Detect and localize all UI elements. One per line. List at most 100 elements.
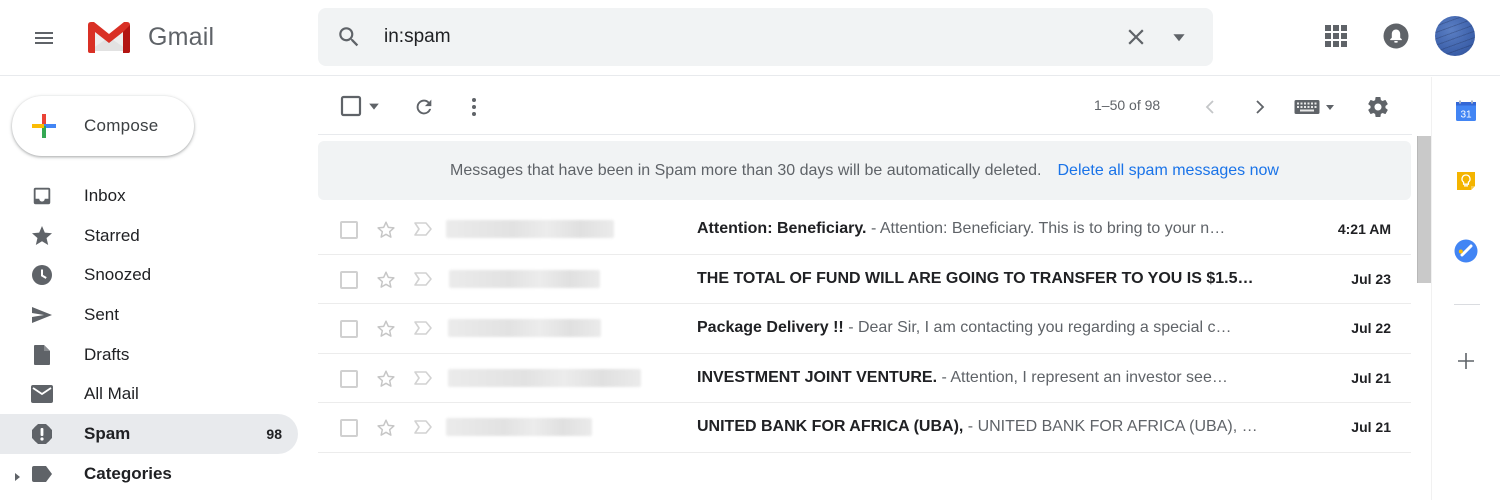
draft-icon [30,343,54,367]
sidebar-item-drafts[interactable]: Drafts [0,335,298,375]
compose-button[interactable]: Compose [12,96,194,156]
message-content: THE TOTAL OF FUND WILL ARE GOING TO TRAN… [697,270,1275,288]
search-icon[interactable] [336,24,362,55]
star-icon[interactable] [375,417,397,444]
message-content: INVESTMENT JOINT VENTURE. - Attention, I… [697,369,1275,387]
message-row[interactable]: INVESTMENT JOINT VENTURE. - Attention, I… [318,353,1411,404]
settings-button[interactable] [1364,93,1392,121]
app-name: Gmail [148,22,215,51]
row-checkbox[interactable] [340,270,358,289]
message-subject: Package Delivery !! [697,319,844,337]
importance-marker-icon[interactable] [413,271,433,292]
newer-page-button[interactable] [1198,93,1222,121]
google-apps-button[interactable] [1316,16,1356,56]
importance-marker-icon[interactable] [413,221,433,242]
gmail-m-logo-icon [88,22,130,53]
sender-redacted [446,418,592,437]
nav-list: Inbox Starred Snoozed Sent Drafts All Ma… [0,176,298,494]
message-content: UNITED BANK FOR AFRICA (UBA), - UNITED B… [697,418,1275,436]
tasks-check-icon [1454,239,1478,263]
sidebar-item-inbox[interactable]: Inbox [0,176,298,216]
search-bar [318,8,1213,66]
sidebar-item-sent[interactable]: Sent [0,295,298,335]
spam-count-badge: 98 [266,425,282,442]
sidebar-item-categories[interactable]: Categories [0,454,298,494]
expand-caret-icon[interactable] [13,469,21,487]
side-panel: 31 [1431,77,1500,500]
account-avatar[interactable] [1435,16,1475,56]
apps-grid-icon [1325,25,1347,47]
message-row[interactable]: Package Delivery !! - Dear Sir, I am con… [318,304,1411,354]
message-row[interactable]: THE TOTAL OF FUND WILL ARE GOING TO TRAN… [318,254,1411,305]
chevron-right-icon [1256,100,1265,114]
top-bar: Gmail [0,0,1500,76]
hamburger-menu-icon [35,32,53,44]
compose-plus-icon [30,112,58,140]
sidebar-item-snoozed[interactable]: Snoozed [0,255,298,295]
message-subject: THE TOTAL OF FUND WILL ARE GOING TO TRAN… [697,269,1254,287]
sidebar-item-starred[interactable]: Starred [0,216,298,256]
sidebar-item-spam[interactable]: Spam 98 [0,414,298,454]
tasks-button[interactable] [1446,231,1486,271]
delete-all-spam-link[interactable]: Delete all spam messages now [1058,162,1279,180]
nav-label: Snoozed [84,265,152,285]
mail-toolbar: 1–50 of 98 [318,77,1412,135]
input-tools-button[interactable] [1290,93,1338,121]
row-checkbox[interactable] [340,419,358,438]
importance-marker-icon[interactable] [413,419,433,440]
message-list-scrollbar[interactable] [1417,136,1431,283]
message-date: Jul 23 [1351,270,1391,287]
nav-label: Categories [84,463,172,483]
message-row[interactable]: UNITED BANK FOR AFRICA (UBA), - UNITED B… [318,403,1411,453]
row-checkbox[interactable] [340,320,358,339]
nav-label: Inbox [84,185,126,205]
notifications-button[interactable] [1376,16,1416,56]
keep-button[interactable] [1446,161,1486,201]
message-date: Jul 22 [1351,320,1391,337]
nav-label: Spam [84,423,131,443]
caret-down-icon [1325,105,1334,110]
nav-label: Drafts [84,344,130,364]
refresh-button[interactable] [410,93,438,121]
search-input[interactable] [384,20,1104,54]
caret-down-icon [369,103,379,110]
star-icon[interactable] [375,368,397,395]
calendar-button[interactable]: 31 [1446,91,1486,131]
side-panel-divider [1454,304,1480,305]
older-page-button[interactable] [1248,93,1272,121]
importance-marker-icon[interactable] [413,320,433,341]
row-checkbox[interactable] [340,369,358,388]
message-row[interactable]: Attention: Beneficiary. - Attention: Ben… [318,205,1411,255]
star-icon[interactable] [375,318,397,345]
row-checkbox[interactable] [340,221,358,239]
gear-icon [1368,96,1388,117]
pagination-info: 1–50 of 98 [1094,97,1161,113]
sender-redacted [448,368,641,387]
star-icon [30,224,54,248]
caret-down-icon [1173,34,1185,42]
star-icon[interactable] [375,219,397,246]
main-menu-button[interactable] [22,16,66,60]
message-date: Jul 21 [1351,369,1391,386]
message-snippet: - Dear Sir, I am contacting you regardin… [843,319,1232,337]
sidebar-item-all-mail[interactable]: All Mail [0,374,298,414]
search-options-button[interactable] [1166,22,1192,52]
importance-marker-icon[interactable] [413,370,433,391]
get-addons-button[interactable] [1446,341,1486,381]
message-subject: UNITED BANK FOR AFRICA (UBA), [697,418,964,436]
send-icon [30,303,54,327]
nav-label: Sent [84,304,119,324]
calendar-icon: 31 [1456,100,1476,121]
checkbox-icon [340,95,362,117]
inbox-icon [30,184,54,208]
message-date: Jul 21 [1351,419,1391,436]
more-options-button[interactable] [464,93,484,121]
select-all-button[interactable] [336,93,384,119]
refresh-icon [416,99,432,115]
sidebar: Compose Inbox Starred Snoozed Sent Draft… [0,77,310,500]
gmail-logo[interactable]: Gmail [86,20,214,54]
clear-search-button[interactable] [1121,22,1151,52]
star-icon[interactable] [375,269,397,296]
message-content: Attention: Beneficiary. - Attention: Ben… [697,220,1275,238]
label-icon [30,462,54,486]
